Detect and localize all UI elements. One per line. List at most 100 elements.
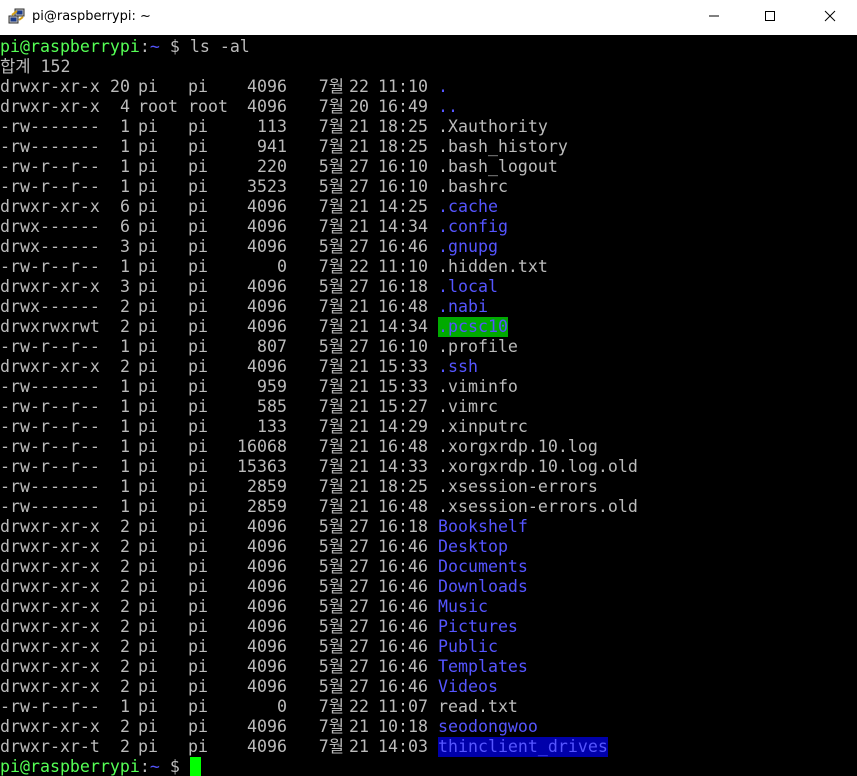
entry-group: pi — [188, 357, 208, 376]
entry-links: 1 — [120, 417, 130, 436]
entry-group: pi — [188, 737, 208, 756]
entry-links: 1 — [120, 397, 130, 416]
entry-day: 27 — [349, 677, 369, 696]
entry-group: pi — [188, 297, 208, 316]
entry-month: 5월 — [318, 517, 344, 536]
entry-name: thinclient_drives — [438, 737, 608, 757]
entry-time: 16:46 — [378, 237, 428, 256]
entry-month: 7월 — [318, 77, 344, 96]
entry-group: pi — [188, 217, 208, 236]
entry-time: 16:10 — [378, 337, 428, 356]
entry-links: 1 — [120, 477, 130, 496]
entry-name: .profile — [438, 337, 518, 356]
entry-day: 21 — [349, 217, 369, 236]
entry-size: 4096 — [247, 637, 287, 656]
entry-name: .cache — [438, 197, 498, 216]
entry-month: 7월 — [318, 457, 344, 476]
entry-size: 4096 — [247, 237, 287, 256]
entry-links: 2 — [120, 577, 130, 596]
entry-name: .bash_history — [438, 137, 568, 156]
maximize-button[interactable] — [747, 0, 793, 32]
entry-size: 2859 — [247, 497, 287, 516]
entry-size: 585 — [257, 397, 287, 416]
entry-time: 16:46 — [378, 537, 428, 556]
entry-links: 2 — [120, 657, 130, 676]
entry-owner: pi — [138, 697, 158, 716]
entry-month: 5월 — [318, 177, 344, 196]
entry-perm: -rw------- — [0, 477, 100, 496]
window-title: pi@raspberrypi: ~ — [32, 9, 151, 24]
entry-owner: pi — [138, 657, 158, 676]
terminal-output[interactable]: pi@raspberrypi:~ $ ls -al 합계 152 drwxr-x… — [0, 35, 857, 776]
entry-owner: pi — [138, 677, 158, 696]
entry-group: pi — [188, 277, 208, 296]
entry-owner: pi — [138, 357, 158, 376]
entry-month: 5월 — [318, 277, 344, 296]
entry-month: 7월 — [318, 137, 344, 156]
putty-icon[interactable] — [8, 7, 26, 25]
entry-group: pi — [188, 377, 208, 396]
entry-day: 27 — [349, 537, 369, 556]
entry-name: Templates — [438, 657, 528, 676]
entry-name: .xorgxrdp.10.log — [438, 437, 598, 456]
entry-perm: -rw------- — [0, 497, 100, 516]
entry-links: 20 — [110, 77, 130, 96]
entry-links: 1 — [120, 157, 130, 176]
entry-time: 16:10 — [378, 177, 428, 196]
text-cursor — [189, 757, 201, 776]
entry-name: .vimrc — [438, 397, 498, 416]
entry-time: 11:10 — [378, 257, 428, 276]
entry-month: 7월 — [318, 217, 344, 236]
entry-perm: drwxrwxrwt — [0, 317, 100, 336]
entry-owner: pi — [138, 557, 158, 576]
entry-size: 4096 — [247, 537, 287, 556]
entry-owner: pi — [138, 277, 158, 296]
entry-links: 1 — [120, 697, 130, 716]
entry-size: 4096 — [247, 617, 287, 636]
entry-owner: pi — [138, 457, 158, 476]
entry-group: pi — [188, 317, 208, 336]
entry-name: .xorgxrdp.10.log.old — [438, 457, 638, 476]
entry-links: 1 — [120, 377, 130, 396]
entry-day: 21 — [349, 317, 369, 336]
entry-month: 7월 — [318, 377, 344, 396]
entry-size: 4096 — [247, 77, 287, 96]
entry-size: 4096 — [247, 517, 287, 536]
entry-group: pi — [188, 137, 208, 156]
entry-owner: root — [138, 97, 178, 116]
entry-time: 14:03 — [378, 737, 428, 756]
entry-group: pi — [188, 717, 208, 736]
entry-group: pi — [188, 637, 208, 656]
entry-day: 27 — [349, 237, 369, 256]
entry-time: 14:34 — [378, 217, 428, 236]
entry-size: 4096 — [247, 317, 287, 336]
entry-day: 21 — [349, 417, 369, 436]
entry-name: .ssh — [438, 357, 478, 376]
entry-time: 10:18 — [378, 717, 428, 736]
entry-time: 14:33 — [378, 457, 428, 476]
entry-perm: -rw-r--r-- — [0, 697, 100, 716]
minimize-button[interactable] — [691, 0, 737, 32]
entry-links: 2 — [120, 737, 130, 756]
entry-owner: pi — [138, 317, 158, 336]
close-button[interactable] — [807, 0, 853, 32]
entry-owner: pi — [138, 637, 158, 656]
entry-links: 4 — [120, 97, 130, 116]
entry-links: 1 — [120, 177, 130, 196]
entry-group: pi — [188, 157, 208, 176]
entry-month: 7월 — [318, 477, 344, 496]
entry-links: 2 — [120, 557, 130, 576]
title-bar[interactable]: pi@raspberrypi: ~ — [0, 0, 857, 35]
entry-perm: drwxr-xr-x — [0, 357, 100, 376]
entry-month: 7월 — [318, 317, 344, 336]
entry-size: 4096 — [247, 217, 287, 236]
entry-perm: drwxr-xr-x — [0, 517, 100, 536]
entry-owner: pi — [138, 157, 158, 176]
entry-day: 21 — [349, 737, 369, 756]
entry-month: 5월 — [318, 677, 344, 696]
entry-group: pi — [188, 397, 208, 416]
entry-size: 807 — [257, 337, 287, 356]
entry-perm: drwxr-xr-x — [0, 537, 100, 556]
entry-time: 15:33 — [378, 357, 428, 376]
entry-day: 21 — [349, 297, 369, 316]
